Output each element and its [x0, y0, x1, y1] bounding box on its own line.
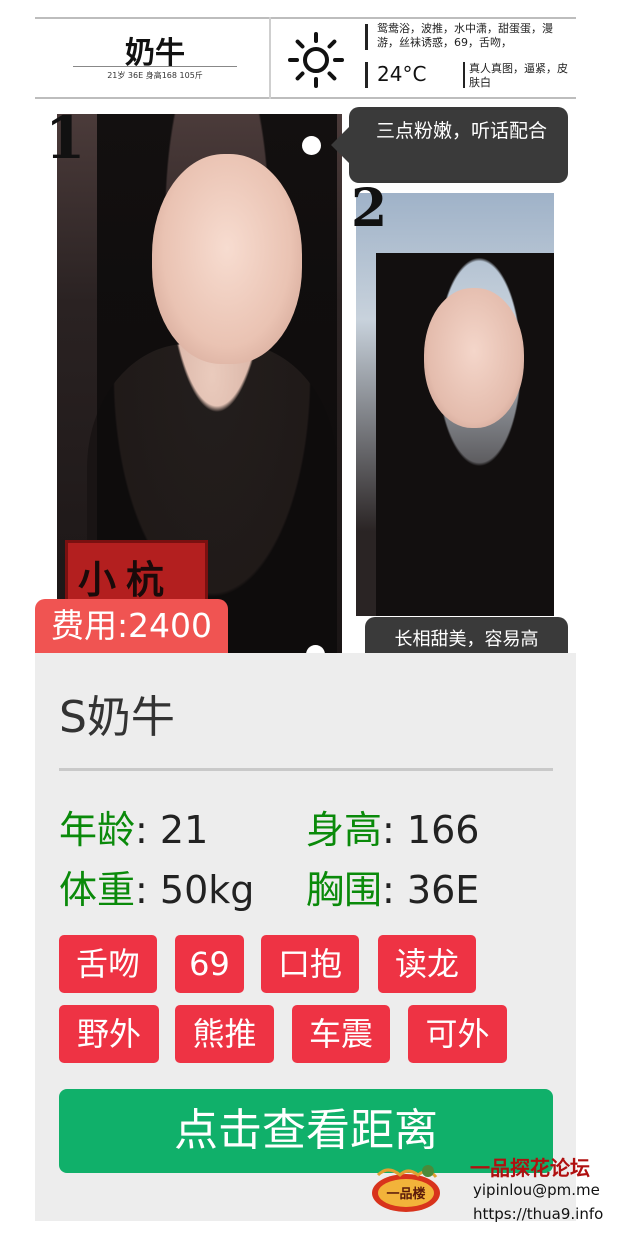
sun-icon [288, 32, 344, 88]
forum-logo: 一品楼 [372, 1165, 440, 1212]
forum-url: https://thua9.info [473, 1205, 604, 1223]
speech-bubble-2: 长相甜美，容易高 [365, 617, 568, 655]
tag[interactable]: 读龙 [378, 935, 476, 993]
bust-label: 胸围 [306, 868, 383, 912]
age-row: 年龄: 21 [59, 799, 208, 854]
profile-title: S奶牛 [59, 692, 175, 743]
profile-photo-2 [356, 193, 554, 616]
forum-logo-text: 一品楼 [386, 1186, 425, 1202]
header-divider [269, 17, 271, 99]
height-value: : 166 [382, 808, 480, 852]
bust-value: : 36E [382, 868, 480, 912]
forum-title: 一品探花论坛 [470, 1156, 590, 1180]
weight-label: 体重 [59, 868, 136, 912]
services-text: 鸳鸯浴，波推，水中潇，甜蛋蛋，漫游，丝袜诱惑，69，舌吻， [377, 22, 553, 49]
tag[interactable]: 口抱 [261, 935, 359, 993]
fee-badge: 费用:2400 [35, 599, 228, 653]
name-underline [73, 66, 237, 67]
age-label: 年龄 [59, 808, 136, 852]
profile-card: S奶牛 年龄: 21 身高: 166 体重: 50kg 胸围: 36E 舌吻 6… [35, 653, 576, 1221]
bust-row: 胸围: 36E [306, 859, 479, 914]
height-label: 身高 [306, 808, 383, 852]
real-photo-note: 真人真图，逼紧，皮肤白 [469, 62, 568, 89]
profile-poster: 奶牛 21岁 36E 身高168 105斤 鸳鸯浴，波推，水中潇，甜蛋蛋，漫游，… [35, 0, 576, 655]
photo-face [152, 154, 302, 364]
tag[interactable]: 舌吻 [59, 935, 157, 993]
weight-value: : 50kg [135, 868, 255, 912]
height-row: 身高: 166 [306, 799, 479, 854]
photo-number-1: 1 [45, 104, 86, 172]
poster-stats: 21岁 36E 身高168 105斤 [107, 71, 203, 80]
header-bottom-border [35, 97, 576, 99]
header-bar-mark [365, 62, 368, 88]
tag[interactable]: 野外 [59, 1005, 159, 1063]
tag[interactable]: 69 [175, 935, 244, 993]
tag[interactable]: 可外 [408, 1005, 507, 1063]
card-divider [59, 768, 553, 771]
forum-email: yipinlou@pm.me [473, 1181, 600, 1199]
speech-bubble-1: 三点粉嫩，听话配合 [331, 107, 568, 183]
photo-face [424, 288, 524, 428]
temperature: 24°C [377, 62, 427, 86]
tag[interactable]: 熊推 [175, 1005, 274, 1063]
tag[interactable]: 车震 [292, 1005, 390, 1063]
weight-row: 体重: 50kg [59, 859, 254, 914]
header-bar-mark [365, 24, 368, 50]
header-top-border [35, 17, 576, 19]
age-value: : 21 [135, 808, 209, 852]
photo-number-2: 2 [351, 178, 388, 239]
header-bar-mark [463, 62, 465, 88]
marker-dot [302, 136, 321, 155]
